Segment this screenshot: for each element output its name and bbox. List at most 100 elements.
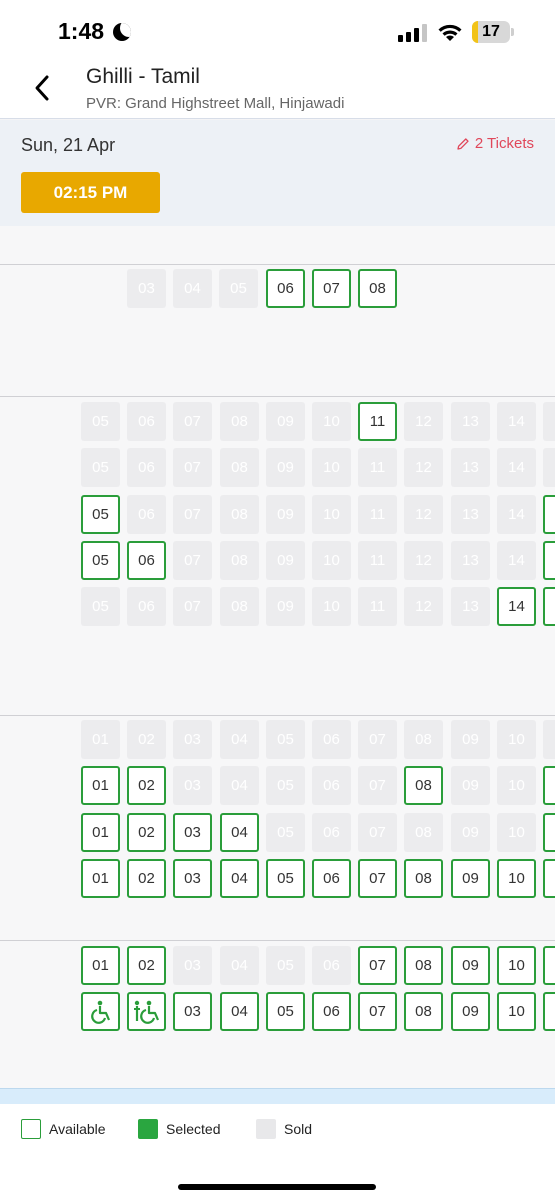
seat[interactable]: 02: [127, 766, 166, 805]
seat[interactable]: 07: [358, 859, 397, 898]
seat[interactable]: 08: [404, 766, 443, 805]
seat-number: 10: [508, 777, 525, 794]
wheelchair-companion-seat[interactable]: [127, 992, 166, 1031]
seat[interactable]: 10: [497, 859, 536, 898]
seat-number: 10: [323, 598, 340, 615]
seat: 11: [358, 587, 397, 626]
seat[interactable]: 04: [220, 859, 259, 898]
seat-number: 04: [231, 824, 248, 841]
seat[interactable]: 05: [81, 495, 120, 534]
seat[interactable]: 02: [127, 859, 166, 898]
header: Ghilli - Tamil PVR: Grand Highstreet Mal…: [0, 62, 555, 119]
seat[interactable]: 14: [497, 587, 536, 626]
seat: 05: [266, 946, 305, 985]
seat: 05: [266, 720, 305, 759]
seat-number: 01: [92, 777, 109, 794]
wifi-icon: [438, 24, 462, 41]
back-button[interactable]: [28, 72, 68, 106]
seat: 09: [451, 766, 490, 805]
seat-number: 13: [462, 506, 479, 523]
seat-number: 09: [462, 824, 479, 841]
seat[interactable]: [543, 992, 555, 1031]
seat[interactable]: 08: [404, 859, 443, 898]
seat: 06: [127, 448, 166, 487]
movie-title: Ghilli - Tamil: [86, 65, 200, 88]
legend-sold-label: Sold: [284, 1121, 313, 1137]
showtime-button[interactable]: 02:15 PM: [21, 172, 160, 213]
seat: 10: [497, 720, 536, 759]
seat-number: 09: [462, 870, 479, 887]
seat[interactable]: 09: [451, 859, 490, 898]
tickets-count-button[interactable]: 2 Tickets: [456, 135, 534, 152]
seat: 09: [266, 448, 305, 487]
seat: 14: [497, 402, 536, 441]
seat: 11: [358, 495, 397, 534]
seat-number: 14: [508, 413, 525, 430]
seat[interactable]: 03: [173, 992, 212, 1031]
seat-number: 03: [184, 1003, 201, 1020]
seat[interactable]: 05: [266, 859, 305, 898]
seat[interactable]: 03: [173, 859, 212, 898]
seat[interactable]: 06: [312, 859, 351, 898]
seat-number: 03: [184, 824, 201, 841]
seat[interactable]: 11: [358, 402, 397, 441]
seat[interactable]: 08: [404, 992, 443, 1031]
seat[interactable]: 02: [127, 813, 166, 852]
seat[interactable]: [543, 495, 555, 534]
seat-number: 08: [415, 824, 432, 841]
seat[interactable]: [543, 859, 555, 898]
seat[interactable]: 04: [220, 813, 259, 852]
seat: 04: [220, 946, 259, 985]
seat: 12: [404, 402, 443, 441]
seat-number: 05: [92, 506, 109, 523]
seat[interactable]: 06: [127, 541, 166, 580]
seat[interactable]: 01: [81, 813, 120, 852]
seat-number: 03: [184, 777, 201, 794]
seat[interactable]: 08: [404, 946, 443, 985]
seat[interactable]: [543, 541, 555, 580]
venue-name: PVR: Grand Highstreet Mall, Hinjawadi: [86, 95, 345, 112]
seat[interactable]: 09: [451, 992, 490, 1031]
section-divider: [0, 264, 555, 265]
seat-number: 14: [508, 459, 525, 476]
seat-number: 06: [323, 824, 340, 841]
seat[interactable]: 07: [312, 269, 351, 308]
seat-number: 09: [277, 598, 294, 615]
seat-number: 13: [462, 413, 479, 430]
seat[interactable]: 04: [220, 992, 259, 1031]
seat: 13: [451, 541, 490, 580]
seat[interactable]: [543, 766, 555, 805]
seat[interactable]: 02: [127, 946, 166, 985]
seat-number: 07: [369, 777, 386, 794]
seat[interactable]: 08: [358, 269, 397, 308]
seat[interactable]: 09: [451, 946, 490, 985]
seat[interactable]: 10: [497, 992, 536, 1031]
seat[interactable]: [543, 946, 555, 985]
seat[interactable]: 01: [81, 859, 120, 898]
seat-number: 08: [415, 870, 432, 887]
seat: 03: [173, 766, 212, 805]
seat[interactable]: [543, 587, 555, 626]
seat[interactable]: [543, 813, 555, 852]
do-not-disturb-icon: [113, 23, 131, 41]
seat[interactable]: 03: [173, 813, 212, 852]
seat: 11: [358, 541, 397, 580]
wheelchair-seat[interactable]: [81, 992, 120, 1031]
seat[interactable]: 10: [497, 946, 536, 985]
status-time: 1:48: [58, 18, 105, 44]
seat-number: 05: [92, 552, 109, 569]
seat[interactable]: 06: [312, 992, 351, 1031]
seat-number: 08: [231, 552, 248, 569]
seat[interactable]: 05: [81, 541, 120, 580]
seat: [543, 448, 555, 487]
seat[interactable]: 07: [358, 992, 397, 1031]
seat[interactable]: 05: [266, 992, 305, 1031]
seat[interactable]: 07: [358, 946, 397, 985]
seat: 10: [312, 541, 351, 580]
seat-number: 10: [508, 870, 525, 887]
seat-number: 11: [369, 552, 386, 569]
seat[interactable]: 01: [81, 766, 120, 805]
seat[interactable]: 01: [81, 946, 120, 985]
seat[interactable]: 06: [266, 269, 305, 308]
wheelchair-icon: [88, 999, 114, 1025]
